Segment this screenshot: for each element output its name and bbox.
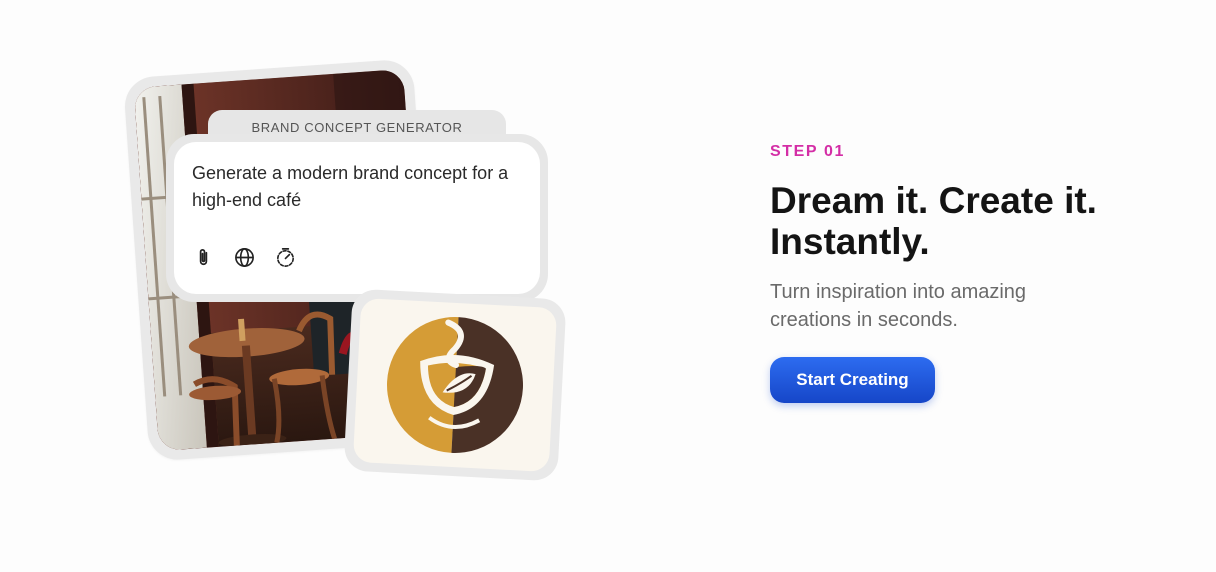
step-label: STEP 01 xyxy=(770,143,845,160)
hero-subtext: Turn inspiration into amazing creations … xyxy=(770,281,1027,331)
headline-line-1: Dream it. Create it. xyxy=(770,180,1097,221)
logo-card xyxy=(343,288,567,482)
page-title: Dream it. Create it. Instantly. xyxy=(770,180,1190,262)
panel-title: BRAND CONCEPT GENERATOR xyxy=(251,120,463,135)
prompt-text: Generate a modern brand concept for a hi… xyxy=(192,163,509,210)
prompt-card-body: Generate a modern brand concept for a hi… xyxy=(174,142,540,294)
prompt-card: Generate a modern brand concept for a hi… xyxy=(166,134,548,302)
paperclip-icon[interactable] xyxy=(192,246,215,269)
globe-icon[interactable] xyxy=(233,246,256,269)
headline-line-2: Instantly. xyxy=(770,221,930,262)
coffee-cup-logo xyxy=(352,297,558,473)
timer-icon[interactable] xyxy=(274,246,297,269)
prompt-toolbar xyxy=(192,246,297,269)
hero-illustration: BRAND CONCEPT GENERATOR Generate a moder… xyxy=(0,0,600,572)
start-creating-button[interactable]: Start Creating xyxy=(770,357,935,403)
